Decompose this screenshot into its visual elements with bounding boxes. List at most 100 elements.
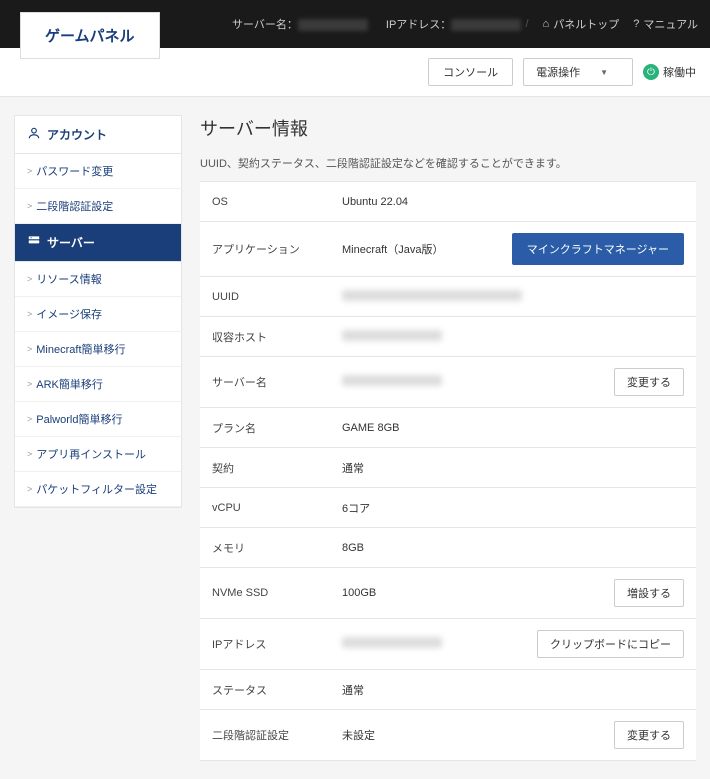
chevron-right-icon: > — [27, 414, 32, 424]
sidebar-item-label: Minecraft簡単移行 — [36, 341, 125, 357]
chevron-right-icon: > — [27, 344, 32, 354]
sidebar-item[interactable]: > Minecraft簡単移行 — [15, 332, 181, 367]
sidebar-section-title: サーバー — [47, 234, 95, 251]
chevron-right-icon: > — [27, 379, 32, 389]
info-row: UUID — [200, 277, 696, 317]
main: サーバー情報 UUID、契約ステータス、二段階認証設定などを確認することができま… — [200, 115, 696, 761]
info-row: OSUbuntu 22.04 — [200, 182, 696, 222]
action-button[interactable]: 増設する — [614, 579, 684, 607]
info-label: プラン名 — [212, 420, 342, 436]
layout: アカウント>パスワード変更>二段階認証設定サーバー>リソース情報>イメージ保存>… — [0, 97, 710, 779]
info-label: アプリケーション — [212, 241, 342, 257]
action-button[interactable]: 変更する — [614, 368, 684, 396]
sidebar-item[interactable]: > イメージ保存 — [15, 297, 181, 332]
info-row: メモリ8GB — [200, 528, 696, 568]
info-row: 契約通常 — [200, 448, 696, 488]
home-icon: ⌂ — [543, 18, 550, 30]
info-row: 収容ホスト — [200, 317, 696, 357]
panel-top-link[interactable]: ⌂パネルトップ — [543, 16, 620, 32]
info-label: 収容ホスト — [212, 329, 342, 345]
separator: / — [525, 18, 528, 30]
info-row: IPアドレス クリップボードにコピー — [200, 619, 696, 670]
info-row: ステータス通常 — [200, 670, 696, 710]
status-indicator: ⏻ 稼働中 — [643, 64, 696, 80]
sidebar-section-user[interactable]: アカウント — [15, 116, 181, 154]
sidebar-section-server[interactable]: サーバー — [15, 224, 181, 262]
sidebar-item[interactable]: > Palworld簡単移行 — [15, 402, 181, 437]
user-icon — [27, 126, 41, 143]
info-label: メモリ — [212, 540, 342, 556]
info-value: 6コア — [342, 500, 684, 516]
console-button[interactable]: コンソール — [428, 58, 513, 86]
minecraft-manager-button[interactable]: マインクラフトマネージャー — [512, 233, 684, 265]
info-row: サーバー名 変更する — [200, 357, 696, 408]
info-value — [342, 290, 684, 304]
sidebar-item-label: イメージ保存 — [36, 306, 102, 322]
info-label: 二段階認証設定 — [212, 727, 342, 743]
sidebar-item-label: 二段階認証設定 — [36, 198, 113, 214]
info-value — [342, 330, 684, 344]
sidebar-item[interactable]: > 二段階認証設定 — [15, 189, 181, 224]
server-name-value-redacted — [298, 19, 368, 31]
sidebar-item[interactable]: > リソース情報 — [15, 262, 181, 297]
info-label: NVMe SSD — [212, 587, 342, 599]
info-row: NVMe SSD100GB増設する — [200, 568, 696, 619]
brand-logo[interactable]: ゲームパネル — [20, 12, 160, 59]
info-value: Ubuntu 22.04 — [342, 196, 684, 208]
info-value — [342, 375, 614, 389]
server-icon — [27, 234, 41, 251]
info-action: 変更する — [614, 368, 684, 396]
info-label: IPアドレス — [212, 636, 342, 652]
redacted-value — [342, 637, 442, 648]
chevron-right-icon: > — [27, 201, 32, 211]
chevron-right-icon: > — [27, 449, 32, 459]
info-row: 二段階認証設定未設定変更する — [200, 710, 696, 761]
page-title: サーバー情報 — [200, 115, 696, 141]
info-label: UUID — [212, 291, 342, 303]
ip-label: IPアドレス： — [386, 19, 451, 31]
help-icon: ? — [633, 18, 639, 30]
redacted-value — [342, 375, 442, 386]
sidebar-item-label: リソース情報 — [36, 271, 101, 287]
sidebar-item[interactable]: >ARK簡単移行 — [15, 367, 181, 402]
sidebar-item[interactable]: >パスワード変更 — [15, 154, 181, 189]
info-label: サーバー名 — [212, 374, 342, 390]
info-table: OSUbuntu 22.04アプリケーションMinecraft（Java版）マイ… — [200, 181, 696, 761]
power-select[interactable]: 電源操作 ▼ — [523, 58, 633, 86]
chevron-right-icon: > — [27, 274, 32, 284]
topbar: ゲームパネル サーバー名： IPアドレス： / ⌂パネルトップ ?マニュアル — [0, 0, 710, 48]
info-row: vCPU6コア — [200, 488, 696, 528]
info-value: Minecraft（Java版） — [342, 241, 512, 257]
sidebar-item-label: パスワード変更 — [36, 163, 113, 179]
info-row: アプリケーションMinecraft（Java版）マインクラフトマネージャー — [200, 222, 696, 277]
sidebar-item-label: Palworld簡単移行 — [36, 411, 122, 427]
manual-link[interactable]: ?マニュアル — [633, 16, 698, 32]
info-value — [342, 637, 537, 651]
topbar-info: サーバー名： IPアドレス： — [232, 16, 521, 32]
info-value: 通常 — [342, 460, 684, 476]
info-action: 増設する — [614, 579, 684, 607]
info-action: マインクラフトマネージャー — [512, 233, 684, 265]
info-label: vCPU — [212, 502, 342, 514]
sidebar-item[interactable]: > アプリ再インストール — [15, 437, 181, 472]
topbar-right: / ⌂パネルトップ ?マニュアル — [525, 16, 698, 32]
info-value: 100GB — [342, 587, 614, 599]
info-value: 未設定 — [342, 727, 614, 743]
power-icon: ⏻ — [643, 64, 659, 80]
action-button[interactable]: クリップボードにコピー — [537, 630, 684, 658]
sidebar-item-label: アプリ再インストール — [36, 446, 146, 462]
chevron-right-icon: > — [27, 309, 32, 319]
info-value: 8GB — [342, 542, 684, 554]
info-label: ステータス — [212, 682, 342, 698]
info-label: 契約 — [212, 460, 342, 476]
info-value: 通常 — [342, 682, 684, 698]
info-row: プラン名GAME 8GB — [200, 408, 696, 448]
panel-top-label: パネルトップ — [553, 16, 619, 32]
chevron-right-icon: > — [27, 484, 32, 494]
redacted-value — [342, 330, 442, 341]
sidebar-item[interactable]: >パケットフィルター設定 — [15, 472, 181, 507]
sidebar-section-title: アカウント — [47, 126, 107, 143]
info-label: OS — [212, 196, 342, 208]
info-value: GAME 8GB — [342, 422, 684, 434]
action-button[interactable]: 変更する — [614, 721, 684, 749]
